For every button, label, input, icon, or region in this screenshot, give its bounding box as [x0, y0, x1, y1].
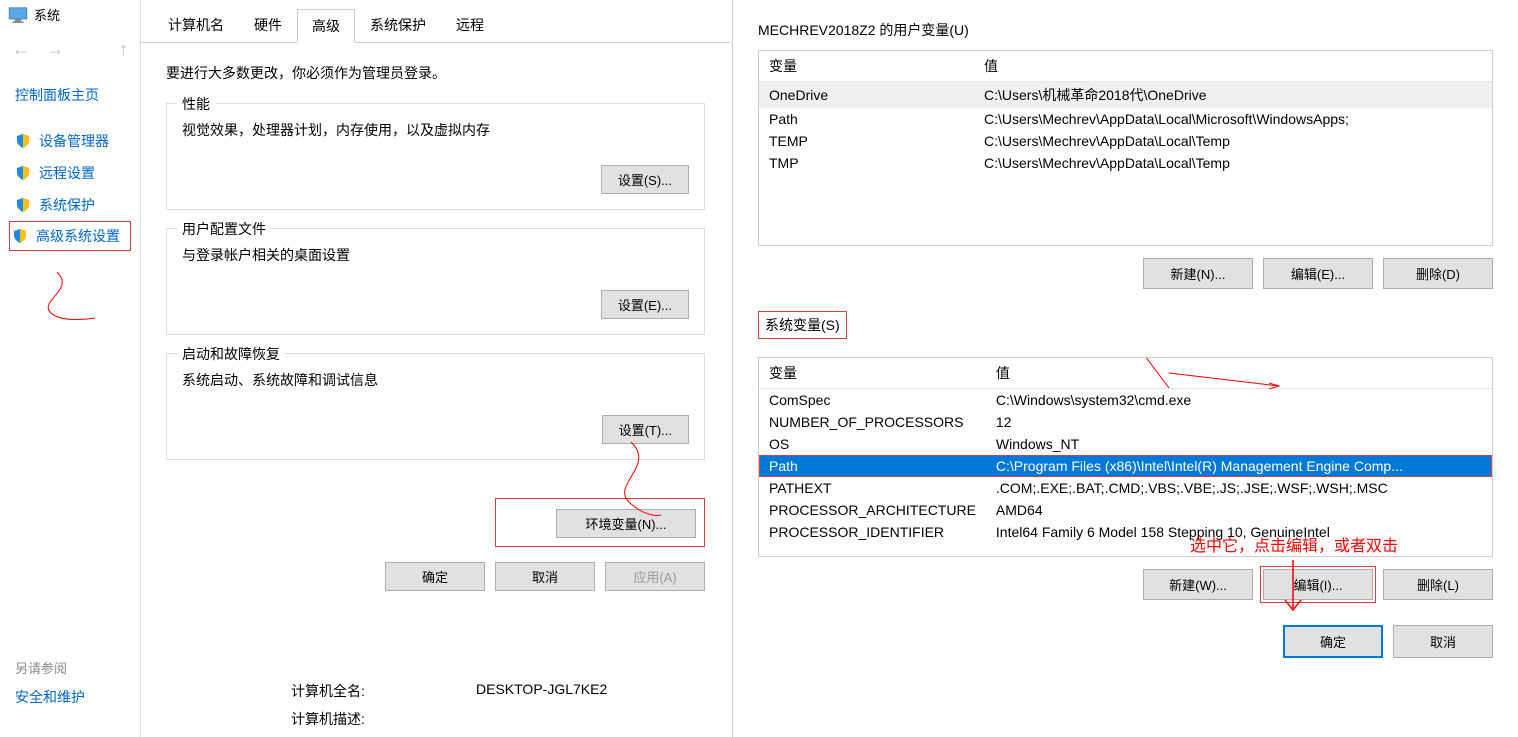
table-row[interactable]: OneDriveC:\Users\机械革命2018代\OneDrive	[759, 82, 1492, 109]
tab-computer-name[interactable]: 计算机名	[153, 8, 239, 42]
tab-remote[interactable]: 远程	[441, 8, 499, 42]
user-edit-button[interactable]: 编辑(E)...	[1263, 258, 1373, 289]
cancel-button[interactable]: 取消	[495, 562, 595, 591]
nav-buttons: ← → ↑	[0, 29, 140, 70]
control-panel-sidebar: 系统 ← → ↑ 控制面板主页 设备管理器 远程设置 系统保护 高级系统设置 另…	[0, 0, 140, 737]
system-icon	[8, 7, 28, 23]
env-button-highlight: 环境变量(N)...	[495, 498, 705, 547]
see-also-section: 另请参阅 安全和维护	[15, 658, 85, 707]
startup-desc: 系统启动、系统故障和调试信息	[182, 370, 689, 390]
shield-icon	[15, 197, 31, 213]
window-title: 系统	[34, 5, 60, 24]
sys-delete-button[interactable]: 删除(L)	[1383, 569, 1493, 600]
security-maintenance-link[interactable]: 安全和维护	[15, 687, 85, 707]
tab-row: 计算机名 硬件 高级 系统保护 远程	[141, 0, 730, 43]
window-header: 系统	[0, 0, 140, 29]
table-row[interactable]: PATHEXT.COM;.EXE;.BAT;.CMD;.VBS;.VBE;.JS…	[759, 477, 1492, 499]
apply-button[interactable]: 应用(A)	[605, 562, 705, 591]
table-row[interactable]: TMPC:\Users\Mechrev\AppData\Local\Temp	[759, 152, 1492, 174]
col-value[interactable]: 值	[974, 51, 1492, 82]
profiles-settings-button[interactable]: 设置(E)...	[601, 290, 689, 319]
performance-title: 性能	[177, 94, 215, 114]
env-cancel-button[interactable]: 取消	[1393, 625, 1493, 658]
performance-desc: 视觉效果，处理器计划，内存使用，以及虚拟内存	[182, 120, 689, 140]
tab-hardware[interactable]: 硬件	[239, 8, 297, 42]
env-ok-button[interactable]: 确定	[1283, 625, 1383, 658]
user-vars-table[interactable]: 变量值 OneDriveC:\Users\机械革命2018代\OneDrive …	[758, 50, 1493, 246]
shield-icon	[12, 228, 28, 244]
full-name-label: 计算机全名:	[291, 681, 476, 701]
sys-vars-table[interactable]: 变量值 ComSpecC:\Windows\system32\cmd.exe N…	[758, 357, 1493, 557]
table-row[interactable]: PROCESSOR_ARCHITECTUREAMD64	[759, 499, 1492, 521]
system-properties-dialog: 计算机名 硬件 高级 系统保护 远程 要进行大多数更改，你必须作为管理员登录。 …	[140, 0, 730, 737]
col-value[interactable]: 值	[986, 358, 1492, 389]
computer-info: 计算机全名:DESKTOP-JGL7KE2 计算机描述:	[291, 677, 730, 737]
sidebar-item-label: 高级系统设置	[36, 226, 120, 246]
col-variable[interactable]: 变量	[759, 358, 986, 389]
tab-protection[interactable]: 系统保护	[355, 8, 441, 42]
performance-group: 性能 视觉效果，处理器计划，内存使用，以及虚拟内存 设置(S)...	[166, 103, 705, 210]
back-button[interactable]: ←	[12, 39, 30, 60]
full-name-value: DESKTOP-JGL7KE2	[476, 681, 607, 701]
desc-label: 计算机描述:	[291, 709, 476, 729]
annotation-scribble	[35, 270, 115, 330]
profiles-title: 用户配置文件	[177, 219, 271, 239]
sidebar-item-label: 设备管理器	[39, 131, 109, 151]
table-row[interactable]: PathC:\Users\Mechrev\AppData\Local\Micro…	[759, 108, 1492, 130]
profiles-group: 用户配置文件 与登录帐户相关的桌面设置 设置(E)...	[166, 228, 705, 335]
see-also-title: 另请参阅	[15, 658, 85, 677]
shield-icon	[15, 165, 31, 181]
user-vars-label: MECHREV2018Z2 的用户变量(U)	[758, 20, 1493, 40]
sidebar-item-label: 系统保护	[39, 195, 95, 215]
startup-title: 启动和故障恢复	[177, 344, 285, 364]
table-row[interactable]: OSWindows_NT	[759, 433, 1492, 455]
sidebar-item-label: 远程设置	[39, 163, 95, 183]
sidebar-item-advanced[interactable]: 高级系统设置	[9, 221, 131, 251]
table-row[interactable]: NUMBER_OF_PROCESSORS12	[759, 411, 1492, 433]
sidebar-item-protection[interactable]: 系统保护	[15, 189, 125, 221]
startup-group: 启动和故障恢复 系统启动、系统故障和调试信息 设置(T)...	[166, 353, 705, 460]
shield-icon	[15, 133, 31, 149]
table-row-path[interactable]: PathC:\Program Files (x86)\Intel\Intel(R…	[759, 455, 1492, 477]
user-new-button[interactable]: 新建(N)...	[1143, 258, 1253, 289]
table-row[interactable]: ComSpecC:\Windows\system32\cmd.exe	[759, 389, 1492, 412]
tab-advanced[interactable]: 高级	[297, 9, 355, 43]
profiles-desc: 与登录帐户相关的桌面设置	[182, 245, 689, 265]
startup-settings-button[interactable]: 设置(T)...	[602, 415, 689, 444]
ok-button[interactable]: 确定	[385, 562, 485, 591]
forward-button[interactable]: →	[46, 39, 64, 60]
admin-instruction: 要进行大多数更改，你必须作为管理员登录。	[166, 63, 705, 83]
sys-vars-label: 系统变量(S)	[758, 311, 847, 339]
sys-edit-button[interactable]: 编辑(I)...	[1263, 569, 1373, 600]
control-panel-home-link[interactable]: 控制面板主页	[15, 85, 125, 105]
up-button[interactable]: ↑	[119, 39, 128, 60]
sys-new-button[interactable]: 新建(W)...	[1143, 569, 1253, 600]
table-row[interactable]: PROCESSOR_IDENTIFIERIntel64 Family 6 Mod…	[759, 521, 1492, 543]
sidebar-item-remote[interactable]: 远程设置	[15, 157, 125, 189]
user-delete-button[interactable]: 删除(D)	[1383, 258, 1493, 289]
environment-variables-button[interactable]: 环境变量(N)...	[556, 509, 696, 538]
table-row[interactable]	[759, 543, 1492, 556]
col-variable[interactable]: 变量	[759, 51, 974, 82]
sidebar-item-device-manager[interactable]: 设备管理器	[15, 125, 125, 157]
environment-variables-dialog: MECHREV2018Z2 的用户变量(U) 变量值 OneDriveC:\Us…	[732, 0, 1518, 737]
table-row[interactable]: TEMPC:\Users\Mechrev\AppData\Local\Temp	[759, 130, 1492, 152]
performance-settings-button[interactable]: 设置(S)...	[601, 165, 689, 194]
